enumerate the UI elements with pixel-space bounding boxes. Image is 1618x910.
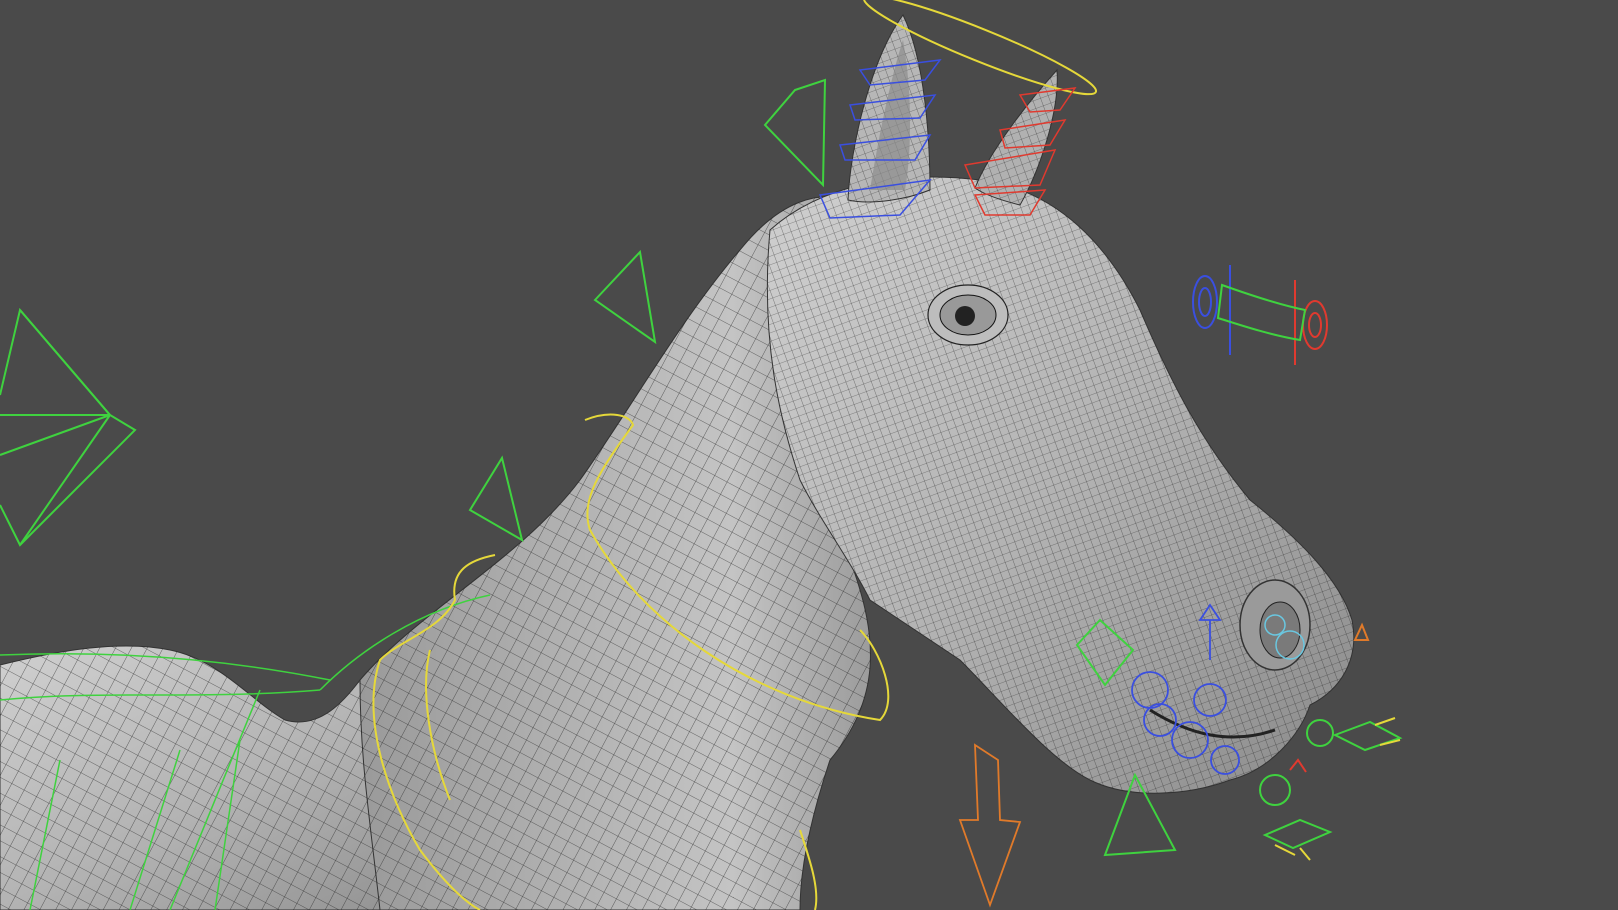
- horse-mesh[interactable]: [0, 14, 1355, 910]
- 3d-viewport[interactable]: [0, 0, 1618, 910]
- horse-rig-scene[interactable]: [0, 0, 1618, 910]
- eye-aim-control[interactable]: [1192, 265, 1328, 365]
- chin-marker-control[interactable]: [1353, 622, 1370, 641]
- down-arrow-control[interactable]: [958, 743, 1022, 908]
- throat-control[interactable]: [468, 455, 524, 543]
- cheek-control[interactable]: [593, 249, 657, 345]
- lip-marker-control[interactable]: [1289, 758, 1307, 773]
- forehead-control[interactable]: [763, 78, 827, 188]
- chest-control[interactable]: [0, 307, 137, 547]
